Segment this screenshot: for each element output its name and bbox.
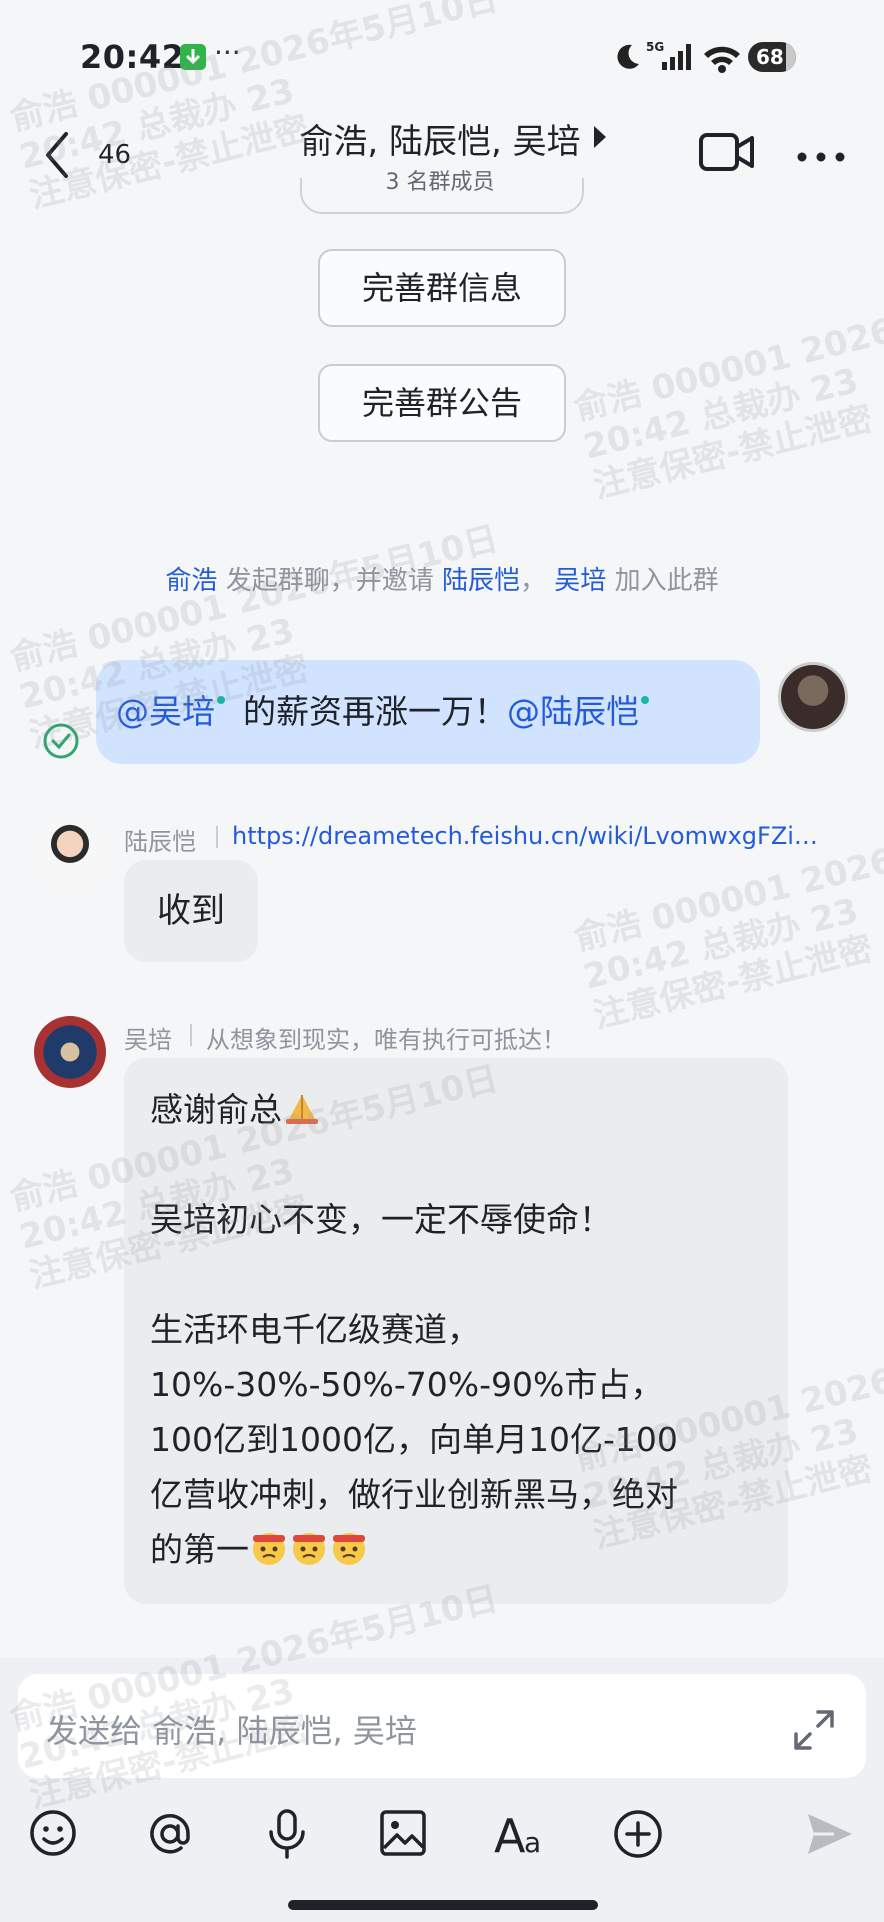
sender-name[interactable]: 陆辰恺 <box>124 822 196 857</box>
divider <box>216 826 218 848</box>
message-input-placeholder[interactable]: 发送给 俞浩, 陆辰恺, 吴培 <box>46 1706 417 1752</box>
download-icon <box>180 44 206 70</box>
mention-at-icon[interactable] <box>144 1808 196 1864</box>
previous-card-edge <box>300 178 584 214</box>
system-text-1: 发起群聊，并邀请 <box>225 566 434 596</box>
thanks-emoji-icon <box>286 1095 318 1124</box>
mention-link[interactable]: @吴培 <box>116 692 215 731</box>
chat-title-text: 俞浩, 陆辰恺, 吴培 <box>299 122 581 162</box>
message-text: 收到 <box>157 891 225 931</box>
fighting-emoji-icon <box>293 1533 325 1565</box>
read-status-check-icon <box>42 722 80 764</box>
add-icon[interactable] <box>612 1808 664 1864</box>
mention-status-dot <box>217 696 225 704</box>
sender-status-text: 从想象到现实，唯有执行可抵达！ <box>206 1026 566 1054</box>
message-line: 感谢俞总 <box>150 1082 762 1137</box>
system-initiator-link[interactable]: 俞浩 <box>165 566 217 596</box>
system-message: 俞浩 发起群聊，并邀请 陆辰恺， 吴培 加入此群 <box>0 560 884 597</box>
avatar[interactable] <box>34 1016 106 1088</box>
message-line: 吴培初心不变，一定不辱使命！ <box>150 1200 612 1239</box>
do-not-disturb-icon <box>612 42 642 76</box>
status-time: 20:42 <box>80 38 185 76</box>
system-separator: ， <box>520 566 547 596</box>
chat-title[interactable]: 俞浩, 陆辰恺, 吴培 <box>200 114 680 163</box>
message-line: 100亿到1000亿，向单月10亿-100 <box>150 1420 678 1459</box>
wifi-icon <box>702 44 742 78</box>
home-indicator[interactable] <box>288 1900 598 1910</box>
back-arrow-icon[interactable] <box>42 130 72 184</box>
sender-name[interactable]: 吴培 <box>124 1020 172 1055</box>
svg-text:a: a <box>524 1826 541 1859</box>
my-avatar[interactable] <box>778 662 848 732</box>
system-invitee-link-1[interactable]: 陆辰恺 <box>442 566 520 596</box>
svg-text:A: A <box>494 1809 526 1860</box>
battery-level: 68 <box>756 45 784 69</box>
expand-icon[interactable] <box>792 1708 836 1756</box>
microphone-icon[interactable] <box>262 1808 312 1864</box>
send-icon[interactable] <box>804 1808 856 1864</box>
fighting-emoji-icon <box>333 1533 365 1565</box>
system-text-2: 加入此群 <box>614 566 719 596</box>
system-invitee-link-2[interactable]: 吴培 <box>554 566 606 596</box>
message-line: 生活环电千亿级赛道， <box>150 1310 480 1349</box>
fighting-emoji-icon <box>253 1533 285 1565</box>
my-message-bubble[interactable]: @吴培 的薪资再涨一万！@陆辰恺 <box>96 660 760 764</box>
complete-group-info-button[interactable]: 完善群信息 <box>318 249 566 327</box>
cellular-signal-icon: 5G <box>646 40 694 76</box>
image-icon[interactable] <box>378 1808 428 1862</box>
message-bubble[interactable]: 感谢俞总 吴培初心不变，一定不辱使命！ 生活环电千亿级赛道， 10%-30%-5… <box>124 1058 788 1604</box>
emoji-icon[interactable] <box>28 1808 78 1862</box>
text-format-icon[interactable]: Aa <box>492 1808 552 1864</box>
message-line: 10%-30%-50%-70%-90%市占， <box>150 1365 664 1404</box>
caret-right-icon[interactable] <box>592 124 608 154</box>
mention-link[interactable]: @陆辰恺 <box>507 692 639 731</box>
video-call-icon[interactable] <box>698 130 756 178</box>
message-line-text: 感谢俞总 <box>150 1090 282 1129</box>
message-bubble[interactable]: 收到 <box>124 860 258 962</box>
mention-status-dot <box>641 696 649 704</box>
message-line: 亿营收冲刺，做行业创新黑马，绝对 <box>150 1475 678 1514</box>
divider <box>190 1024 192 1046</box>
unread-count[interactable]: 46 <box>98 140 131 170</box>
more-options-icon[interactable] <box>796 148 846 167</box>
avatar[interactable] <box>34 818 106 890</box>
message-line-text: 的第一 <box>150 1530 249 1569</box>
message-line: 的第一 <box>150 1522 762 1577</box>
status-more-dots: ··· <box>214 36 241 69</box>
status-link[interactable]: https://dreametech.feishu.cn/wiki/Lvomwx… <box>232 822 832 850</box>
complete-group-notice-button[interactable]: 完善群公告 <box>318 364 566 442</box>
network-type-label: 5G <box>646 40 664 54</box>
message-text: 的薪资再涨一万！ <box>243 692 507 731</box>
battery-indicator: 68 <box>748 42 796 72</box>
watermark: 俞浩 000001 2026年5月10日20:42 总裁办 23注意保密-禁止泄… <box>570 268 884 507</box>
